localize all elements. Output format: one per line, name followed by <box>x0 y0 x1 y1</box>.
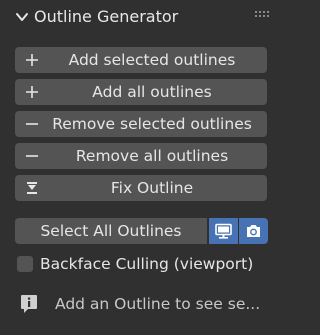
drag-grip-icon[interactable] <box>255 11 271 19</box>
button-label: Remove all outlines <box>75 147 229 165</box>
render-visibility-toggle[interactable] <box>239 218 268 244</box>
chevron-down-icon[interactable] <box>15 10 29 24</box>
fix-outline-icon <box>27 182 37 194</box>
plus-icon <box>26 86 38 98</box>
viewport-visibility-toggle[interactable] <box>209 218 238 244</box>
button-label: Fix Outline <box>110 179 194 197</box>
add-all-outlines-button[interactable]: Add all outlines <box>15 79 267 105</box>
backface-culling-label[interactable]: Backface Culling (viewport) <box>40 254 253 274</box>
fix-outline-button[interactable]: Fix Outline <box>15 175 267 201</box>
add-selected-outlines-button[interactable]: Add selected outlines <box>15 47 267 73</box>
plus-icon <box>26 54 38 66</box>
select-all-label: Select All Outlines <box>40 222 182 240</box>
info-icon <box>21 295 37 313</box>
backface-culling-checkbox[interactable] <box>17 256 33 272</box>
minus-icon <box>26 155 38 157</box>
button-label: Add all outlines <box>92 83 212 101</box>
panel-title: Outline Generator <box>34 7 179 26</box>
select-all-outlines-button[interactable]: Select All Outlines <box>15 218 207 244</box>
minus-icon <box>26 123 38 125</box>
panel-header[interactable]: Outline Generator <box>0 0 281 34</box>
info-message: Add an Outline to see se... <box>55 295 261 313</box>
button-label: Remove selected outlines <box>52 115 252 133</box>
remove-selected-outlines-button[interactable]: Remove selected outlines <box>15 111 267 137</box>
button-label: Add selected outlines <box>68 51 236 69</box>
remove-all-outlines-button[interactable]: Remove all outlines <box>15 143 267 169</box>
monitor-icon <box>215 223 232 239</box>
camera-icon <box>247 225 260 237</box>
